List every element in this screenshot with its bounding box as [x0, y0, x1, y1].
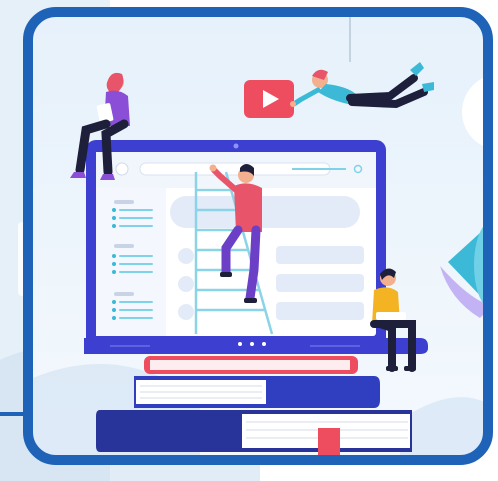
image-frame	[23, 7, 493, 465]
small-laptop	[376, 312, 406, 320]
laptop-camera	[233, 143, 239, 149]
screen-search-bar	[170, 196, 360, 228]
illustration-canvas	[0, 0, 498, 481]
video-play-card	[244, 80, 294, 118]
